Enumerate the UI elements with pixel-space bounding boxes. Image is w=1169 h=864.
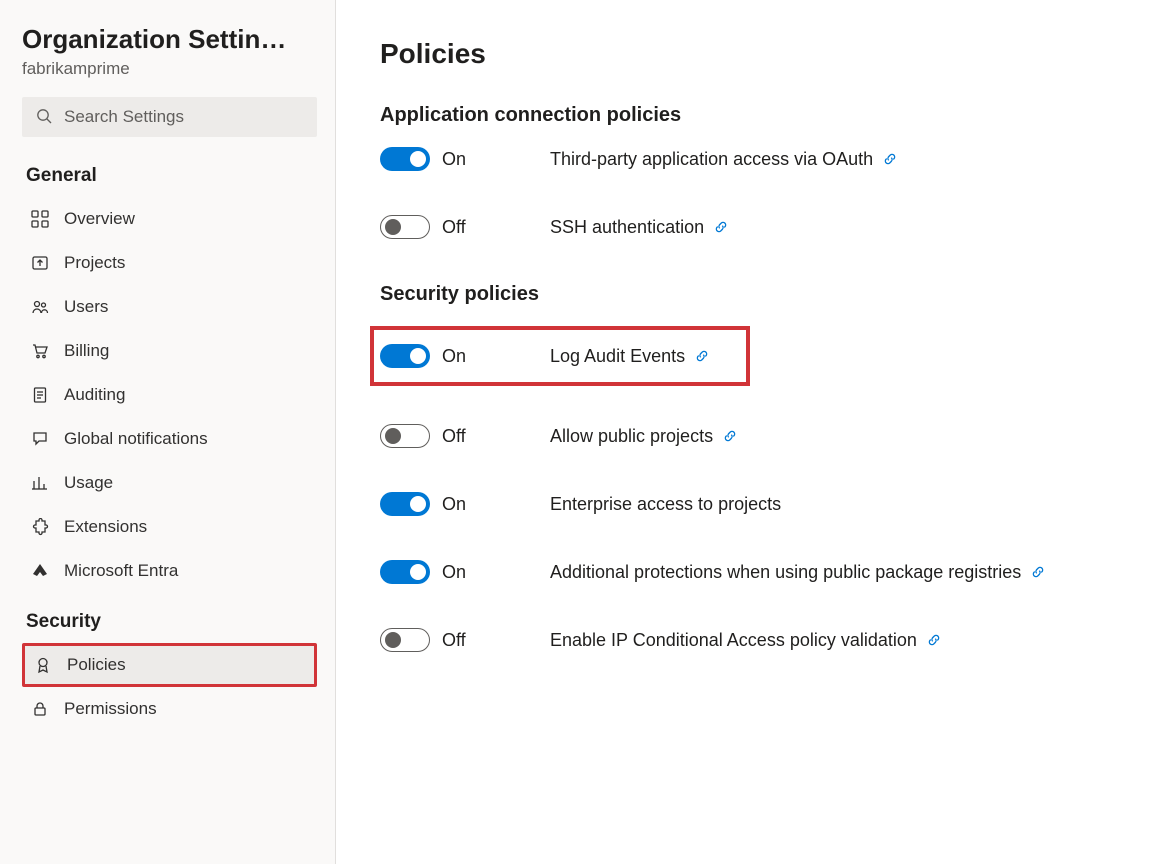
link-icon[interactable]: [723, 429, 737, 443]
sidebar-item-overview[interactable]: Overview: [22, 197, 317, 241]
policy-label: Allow public projects: [550, 426, 713, 447]
sidebar-item-label: Permissions: [64, 699, 157, 719]
nav-group-header: Security: [22, 611, 317, 633]
lock-icon: [30, 699, 50, 719]
users-icon: [30, 297, 50, 317]
chart-icon: [30, 473, 50, 493]
link-icon[interactable]: [883, 152, 897, 166]
sidebar-item-label: Extensions: [64, 517, 147, 537]
main-content: Policies Application connection policies…: [336, 0, 1169, 864]
policy-label: Log Audit Events: [550, 346, 685, 367]
sidebar-item-label: Usage: [64, 473, 113, 493]
comment-icon: [30, 429, 50, 449]
sidebar-item-label: Overview: [64, 209, 135, 229]
badge-icon: [33, 655, 53, 675]
sidebar-item-auditing[interactable]: Auditing: [22, 373, 317, 417]
section-title: Security policies: [380, 283, 1121, 306]
sidebar-item-users[interactable]: Users: [22, 285, 317, 329]
sidebar-title: Organization Settin…: [22, 24, 317, 55]
policy-row: On Enterprise access to projects: [380, 492, 1121, 516]
toggle[interactable]: [380, 560, 430, 584]
policy-row: Off Allow public projects: [380, 424, 1121, 448]
policy-row: Off SSH authentication: [380, 215, 1121, 239]
sidebar-item-label: Global notifications: [64, 429, 208, 449]
sidebar-item-label: Microsoft Entra: [64, 561, 178, 581]
sidebar-item-permissions[interactable]: Permissions: [22, 687, 317, 731]
upload-folder-icon: [30, 253, 50, 273]
document-icon: [30, 385, 50, 405]
policy-row: On Third-party application access via OAu…: [380, 147, 1121, 171]
sidebar-item-label: Users: [64, 297, 108, 317]
sidebar-item-microsoft-entra[interactable]: Microsoft Entra: [22, 549, 317, 593]
search-input[interactable]: [64, 107, 303, 127]
search-icon: [36, 108, 64, 127]
sidebar-item-label: Billing: [64, 341, 109, 361]
toggle[interactable]: [380, 628, 430, 652]
page-title: Policies: [380, 38, 1121, 70]
sidebar-item-usage[interactable]: Usage: [22, 461, 317, 505]
policy-label: Enable IP Conditional Access policy vali…: [550, 630, 917, 651]
toggle-state-label: On: [442, 562, 466, 583]
sidebar-item-billing[interactable]: Billing: [22, 329, 317, 373]
toggle[interactable]: [380, 147, 430, 171]
grid-icon: [30, 209, 50, 229]
toggle-state-label: On: [442, 346, 466, 367]
entra-icon: [30, 561, 50, 581]
search-box[interactable]: [22, 97, 317, 137]
toggle[interactable]: [380, 215, 430, 239]
policy-label: Additional protections when using public…: [550, 562, 1021, 583]
policy-label: Third-party application access via OAuth: [550, 149, 873, 170]
policy-label: Enterprise access to projects: [550, 494, 781, 515]
link-icon[interactable]: [1031, 565, 1045, 579]
toggle-state-label: On: [442, 149, 466, 170]
link-icon[interactable]: [695, 349, 709, 363]
toggle[interactable]: [380, 492, 430, 516]
policy-row: On Additional protections when using publ…: [380, 560, 1121, 584]
sidebar-item-global-notifications[interactable]: Global notifications: [22, 417, 317, 461]
sidebar-item-extensions[interactable]: Extensions: [22, 505, 317, 549]
toggle-state-label: On: [442, 494, 466, 515]
link-icon[interactable]: [927, 633, 941, 647]
sidebar-item-policies[interactable]: Policies: [22, 643, 317, 687]
sidebar-item-label: Auditing: [64, 385, 125, 405]
org-name: fabrikamprime: [22, 59, 317, 79]
toggle-state-label: Off: [442, 426, 466, 447]
sidebar-item-label: Projects: [64, 253, 125, 273]
sidebar: Organization Settin… fabrikamprime Gener…: [0, 0, 336, 864]
toggle[interactable]: [380, 424, 430, 448]
policy-label: SSH authentication: [550, 217, 704, 238]
link-icon[interactable]: [714, 220, 728, 234]
sidebar-item-label: Policies: [67, 655, 126, 675]
toggle[interactable]: [380, 344, 430, 368]
toggle-state-label: Off: [442, 217, 466, 238]
cart-icon: [30, 341, 50, 361]
section-title: Application connection policies: [380, 104, 1121, 127]
puzzle-icon: [30, 517, 50, 537]
nav-group-header: General: [22, 165, 317, 187]
sidebar-item-projects[interactable]: Projects: [22, 241, 317, 285]
toggle-state-label: Off: [442, 630, 466, 651]
policy-row: On Log Audit Events: [370, 326, 750, 386]
policy-row: Off Enable IP Conditional Access policy v…: [380, 628, 1121, 652]
